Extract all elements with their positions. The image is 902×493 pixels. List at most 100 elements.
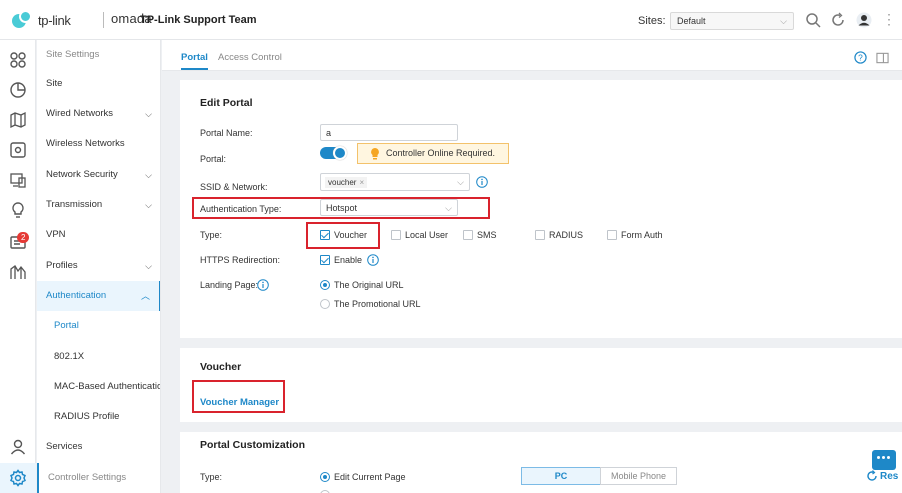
checkbox-icon bbox=[535, 230, 545, 240]
reports-icon[interactable] bbox=[9, 263, 27, 281]
statistics-icon[interactable] bbox=[9, 81, 27, 99]
logo-divider bbox=[103, 12, 104, 28]
nav-item-controller-settings[interactable]: Controller Settings bbox=[37, 463, 160, 493]
portal-name-input[interactable]: a bbox=[320, 124, 458, 141]
landing-promotional-url-radio[interactable]: The Promotional URL bbox=[320, 299, 421, 309]
nav-item-8021x[interactable]: 802.1X bbox=[37, 342, 160, 372]
customization-type-label: Type: bbox=[200, 472, 223, 482]
nav-item-label: Wireless Networks bbox=[46, 138, 125, 149]
checkbox-checked-icon bbox=[320, 230, 330, 240]
bulb-icon bbox=[371, 148, 379, 160]
nav-item-label: Controller Settings bbox=[48, 472, 127, 483]
type-radius-checkbox[interactable]: RADIUS bbox=[535, 230, 583, 240]
radio-label: The Promotional URL bbox=[334, 299, 421, 309]
ssid-tag-voucher: voucher × bbox=[325, 177, 368, 188]
checkbox-checked-icon bbox=[320, 255, 330, 265]
warning-text: Controller Online Required. bbox=[386, 148, 496, 158]
voucher-title: Voucher bbox=[200, 361, 242, 373]
auth-type-select[interactable]: Hotspot ⌵ bbox=[320, 199, 458, 216]
radio-label: Edit Current Page bbox=[334, 472, 406, 482]
nav-item-services[interactable]: Services bbox=[37, 432, 160, 462]
info-icon[interactable] bbox=[476, 176, 488, 188]
voucher-manager-link[interactable]: Voucher Manager bbox=[200, 397, 279, 408]
radio-icon bbox=[320, 299, 330, 309]
settings-gear-icon[interactable] bbox=[9, 469, 27, 487]
nav-item-label: 802.1X bbox=[54, 351, 85, 362]
type-sms-checkbox[interactable]: SMS bbox=[463, 230, 497, 240]
info-icon[interactable] bbox=[367, 254, 379, 266]
edit-portal-title: Edit Portal bbox=[200, 97, 253, 109]
checkbox-icon bbox=[463, 230, 473, 240]
tp-link-logo[interactable]: tp-link bbox=[12, 10, 71, 30]
devices-icon[interactable] bbox=[9, 141, 27, 159]
edit-portal-card: Edit Portal Portal Name: a Portal: Contr… bbox=[180, 80, 902, 338]
checkbox-icon bbox=[391, 230, 401, 240]
settings-nav: Site Settings Site Wired Networks ⌵ Wirel… bbox=[37, 40, 161, 493]
chevron-down-icon: ⌵ bbox=[145, 109, 152, 119]
https-enable-checkbox[interactable]: Enable bbox=[320, 255, 362, 265]
help-icon[interactable]: ? bbox=[854, 51, 867, 64]
nav-item-portal[interactable]: Portal bbox=[37, 311, 160, 341]
nav-item-label: Services bbox=[46, 441, 83, 452]
nav-item-authentication[interactable]: Authentication ︿ bbox=[37, 281, 160, 311]
sites-select[interactable]: Default ⌵ bbox=[670, 12, 794, 30]
nav-item-label: Portal bbox=[54, 320, 79, 331]
segment-mobile-phone[interactable]: Mobile Phone bbox=[600, 467, 677, 485]
ssid-network-select[interactable]: voucher × ⌵ bbox=[320, 173, 470, 191]
voucher-card: Voucher Voucher Manager bbox=[180, 348, 902, 422]
checkbox-label: Enable bbox=[334, 255, 363, 265]
nav-item-transmission[interactable]: Transmission ⌵ bbox=[37, 190, 160, 220]
side-panel-icon[interactable] bbox=[876, 52, 889, 64]
tab-portal[interactable]: Portal bbox=[181, 52, 208, 63]
landing-page-label: Landing Page: bbox=[200, 280, 259, 290]
map-icon[interactable] bbox=[9, 111, 27, 129]
checkbox-label: Local User bbox=[405, 230, 449, 240]
landing-original-url-radio[interactable]: The Original URL bbox=[320, 280, 404, 290]
account-icon[interactable] bbox=[9, 438, 27, 456]
edit-current-page-radio[interactable]: Edit Current Page bbox=[320, 472, 406, 482]
chat-support-icon[interactable] bbox=[872, 450, 896, 470]
radio-selected-icon bbox=[320, 472, 330, 482]
segment-pc[interactable]: PC bbox=[521, 467, 601, 485]
nav-item-label: MAC-Based Authentication bbox=[54, 381, 161, 392]
clients-icon[interactable] bbox=[9, 171, 27, 189]
type-local-user-checkbox[interactable]: Local User bbox=[391, 230, 448, 240]
portal-name-label: Portal Name: bbox=[200, 128, 253, 138]
active-tab-indicator bbox=[181, 68, 208, 70]
ssid-network-label: SSID & Network: bbox=[200, 182, 268, 192]
nav-item-wireless-networks[interactable]: Wireless Networks bbox=[37, 129, 160, 159]
insight-icon[interactable] bbox=[9, 201, 27, 219]
nav-item-profiles[interactable]: Profiles ⌵ bbox=[37, 251, 160, 281]
auth-type-label: Authentication Type: bbox=[200, 204, 282, 214]
nav-item-vpn[interactable]: VPN bbox=[37, 220, 160, 250]
type-label: Type: bbox=[200, 230, 223, 240]
nav-item-label: Transmission bbox=[46, 199, 103, 210]
controller-online-warning: Controller Online Required. bbox=[357, 143, 509, 164]
type-voucher-checkbox[interactable]: Voucher bbox=[320, 230, 367, 240]
nav-item-mac-based-auth[interactable]: MAC-Based Authentication bbox=[37, 372, 161, 402]
portal-label: Portal: bbox=[200, 154, 227, 164]
checkbox-label: SMS bbox=[477, 230, 497, 240]
page-title: TP-Link Support Team bbox=[140, 14, 257, 26]
restore-button[interactable]: Res bbox=[866, 470, 898, 482]
dashboard-icon[interactable] bbox=[9, 51, 27, 69]
nav-item-network-security[interactable]: Network Security ⌵ bbox=[37, 160, 160, 190]
info-icon[interactable] bbox=[257, 279, 269, 291]
https-redirection-label: HTTPS Redirection: bbox=[200, 255, 281, 265]
nav-header-site-settings: Site Settings bbox=[46, 49, 100, 60]
nav-item-label: Profiles bbox=[46, 260, 78, 271]
radio-label: The Original URL bbox=[334, 280, 404, 290]
tag-remove-icon[interactable]: × bbox=[359, 178, 364, 187]
nav-item-wired-networks[interactable]: Wired Networks ⌵ bbox=[37, 99, 160, 129]
checkbox-label: RADIUS bbox=[549, 230, 584, 240]
refresh-icon[interactable] bbox=[830, 12, 846, 28]
portal-toggle[interactable] bbox=[320, 146, 347, 160]
more-vertical-icon[interactable]: ⋮ bbox=[882, 11, 896, 27]
nav-item-radius-profile[interactable]: RADIUS Profile bbox=[37, 402, 160, 432]
search-icon[interactable] bbox=[805, 12, 821, 28]
tab-access-control[interactable]: Access Control bbox=[218, 52, 282, 63]
checkbox-icon bbox=[607, 230, 617, 240]
avatar-icon[interactable] bbox=[856, 12, 872, 28]
type-form-auth-checkbox[interactable]: Form Auth bbox=[607, 230, 663, 240]
nav-item-site[interactable]: Site bbox=[37, 69, 160, 99]
